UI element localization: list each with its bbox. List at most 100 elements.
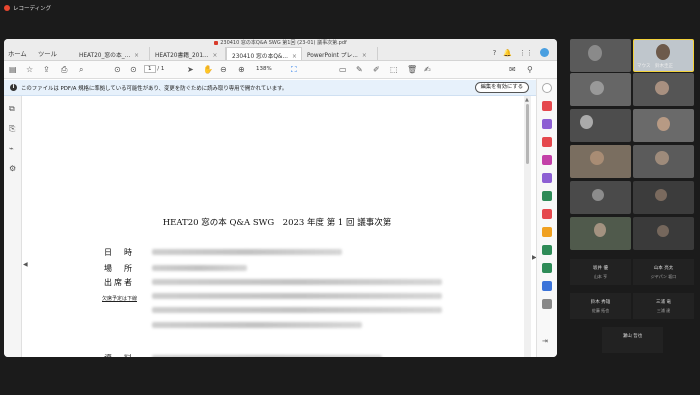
toolbar: ▤ ☆ ⇪ ⎙ ⌕ ⊙ ⊙ 1 / 1 ➤ ✋ ⊖ ⊕ 138% ⛶ ▭ ✎ ✐… bbox=[4, 61, 557, 79]
bell-icon[interactable]: 🔔 bbox=[503, 49, 512, 57]
mail-icon[interactable]: ✉ bbox=[509, 64, 516, 75]
recording-indicator: レコーディング bbox=[4, 3, 51, 13]
search-icon[interactable] bbox=[542, 83, 552, 93]
collapse-panel-icon[interactable]: ⇥ bbox=[542, 337, 552, 347]
participant-name-tile[interactable]: 坂井 優 山本 亨 bbox=[570, 259, 631, 285]
select-cursor-icon[interactable]: ➤ bbox=[187, 64, 194, 75]
record-dot-icon bbox=[4, 5, 10, 11]
participant-name-tile[interactable]: 瀬山 哲也 bbox=[602, 327, 663, 353]
pages-icon[interactable]: ⧉ bbox=[9, 104, 15, 114]
stamp-icon[interactable]: ⬚ bbox=[390, 64, 398, 75]
doc-tab[interactable]: PowerPoint プレ... × bbox=[302, 47, 378, 60]
participant-video[interactable] bbox=[570, 217, 631, 250]
save-icon[interactable]: ▤ bbox=[9, 64, 17, 75]
nav-tools[interactable]: ツール bbox=[38, 49, 57, 58]
scroll-up-icon[interactable]: ▲ bbox=[525, 97, 529, 103]
enable-editing-button[interactable]: 編集を有効にする bbox=[474, 82, 529, 93]
print-production-icon[interactable] bbox=[542, 263, 552, 273]
account-avatar[interactable] bbox=[540, 48, 549, 57]
participant-video[interactable] bbox=[633, 73, 694, 106]
notice-text: このファイルは PDF/A 規格に準拠している可能性があり、変更を防ぐために読み… bbox=[21, 86, 288, 92]
close-icon[interactable]: × bbox=[213, 53, 218, 59]
print-icon[interactable]: ⎙ bbox=[61, 64, 67, 75]
participant-name: 瀬山 哲也 bbox=[622, 334, 643, 339]
scan-icon[interactable] bbox=[542, 245, 552, 255]
fill-sign-icon[interactable] bbox=[542, 173, 552, 183]
expand-left-icon[interactable]: ◀ bbox=[23, 261, 28, 268]
upload-icon[interactable]: ⇪ bbox=[43, 64, 50, 75]
doc-tab-active[interactable]: 230410 窓の本Q&... × bbox=[226, 47, 302, 60]
redacted-place bbox=[152, 265, 247, 271]
apps-icon[interactable]: ⋮⋮ bbox=[519, 49, 533, 57]
pdf-page: HEAT20 窓の本 Q&A SWG 2023 年度 第 1 回 議事次第 日 … bbox=[32, 96, 522, 357]
redacted-materials bbox=[152, 355, 382, 357]
participant-video[interactable] bbox=[633, 181, 694, 214]
help-icon[interactable]: ? bbox=[493, 49, 497, 57]
more-tools-icon[interactable] bbox=[542, 299, 552, 309]
fit-page-icon[interactable]: ⛶ bbox=[291, 64, 297, 75]
video-feed bbox=[580, 115, 593, 129]
close-icon[interactable]: × bbox=[362, 53, 367, 59]
compress-icon[interactable] bbox=[542, 227, 552, 237]
sign-icon[interactable]: ✍ bbox=[424, 64, 431, 75]
zoom-out-icon[interactable]: ⊖ bbox=[220, 64, 227, 75]
participant-name-tile[interactable]: 鈴木 秀雄 佐藤 拓也 bbox=[570, 293, 631, 319]
doc-tab-label: HEAT20書籍_201... bbox=[155, 53, 209, 59]
participant-name-tile[interactable]: 山本 亮太 ジヤパン 坂口 bbox=[633, 259, 694, 285]
pdf-icon bbox=[214, 40, 219, 45]
participant-name-tile[interactable]: 三浦 竜 三浦 達 bbox=[633, 293, 694, 319]
page-down-icon[interactable]: ⊙ bbox=[130, 64, 137, 75]
participant-name: 坂井 優 bbox=[593, 266, 608, 271]
layers-icon[interactable]: ⚙ bbox=[9, 164, 16, 173]
attachment-icon[interactable]: ⌁ bbox=[9, 144, 14, 153]
doc-tab[interactable]: HEAT20書籍_201... × bbox=[150, 47, 226, 60]
page-input[interactable]: 1 bbox=[144, 65, 156, 73]
page-up-icon[interactable]: ⊙ bbox=[114, 64, 121, 75]
participant-video[interactable] bbox=[570, 181, 631, 214]
zoom-level[interactable]: 138% bbox=[256, 66, 272, 72]
participant-video[interactable] bbox=[633, 217, 694, 250]
participant-video-active[interactable]: マウス 鈴木圭正 bbox=[633, 39, 694, 72]
search-icon[interactable]: ⌕ bbox=[79, 64, 83, 75]
nav-home[interactable]: ホーム bbox=[8, 49, 27, 58]
participant-video[interactable] bbox=[570, 145, 631, 178]
scroll-thumb[interactable] bbox=[526, 104, 529, 164]
redacted-attendees bbox=[152, 279, 442, 285]
participant-video[interactable] bbox=[570, 39, 631, 72]
participant-video[interactable] bbox=[633, 145, 694, 178]
video-feed bbox=[590, 81, 604, 95]
star-icon[interactable]: ☆ bbox=[26, 64, 33, 75]
absent-note: 欠席予定は下線 bbox=[102, 296, 138, 302]
header-actions: ? 🔔 ⋮⋮ bbox=[493, 48, 549, 57]
scrollbar[interactable]: ▲ bbox=[524, 96, 531, 357]
draw-icon[interactable]: ✐ bbox=[373, 64, 380, 75]
participant-video[interactable] bbox=[570, 109, 631, 142]
bookmark-icon[interactable]: ⎘ bbox=[9, 124, 15, 134]
video-feed bbox=[594, 223, 606, 237]
export-icon[interactable] bbox=[542, 191, 552, 201]
edit-pdf-icon[interactable] bbox=[542, 119, 552, 129]
comment-tool-icon[interactable] bbox=[542, 137, 552, 147]
create-pdf-icon[interactable] bbox=[542, 101, 552, 111]
place-label: 場 所 bbox=[104, 264, 134, 273]
organize-icon[interactable] bbox=[542, 155, 552, 165]
participant-video[interactable] bbox=[570, 73, 631, 106]
page-indicator: 1 / 1 bbox=[144, 65, 164, 73]
close-icon[interactable]: × bbox=[292, 54, 297, 60]
video-feed bbox=[590, 151, 604, 165]
doc-tab[interactable]: HEAT20_窓の本_... × bbox=[74, 47, 150, 60]
zoom-in-icon[interactable]: ⊕ bbox=[238, 64, 245, 75]
video-feed bbox=[657, 225, 669, 237]
protect-icon[interactable] bbox=[542, 209, 552, 219]
security-icon[interactable] bbox=[542, 281, 552, 291]
right-tools-rail: ⇥ bbox=[536, 79, 557, 357]
highlight-icon[interactable]: ✎ bbox=[356, 64, 363, 75]
participant-name: 三浦 竜 bbox=[656, 300, 671, 305]
redacted-date bbox=[152, 249, 342, 255]
participant-video[interactable] bbox=[633, 109, 694, 142]
close-icon[interactable]: × bbox=[134, 53, 139, 59]
link-icon[interactable]: ⚲ bbox=[527, 64, 533, 75]
comment-icon[interactable]: ▭ bbox=[339, 64, 347, 75]
delete-icon[interactable]: 🗑 bbox=[407, 64, 417, 75]
hand-tool-icon[interactable]: ✋ bbox=[203, 64, 213, 75]
